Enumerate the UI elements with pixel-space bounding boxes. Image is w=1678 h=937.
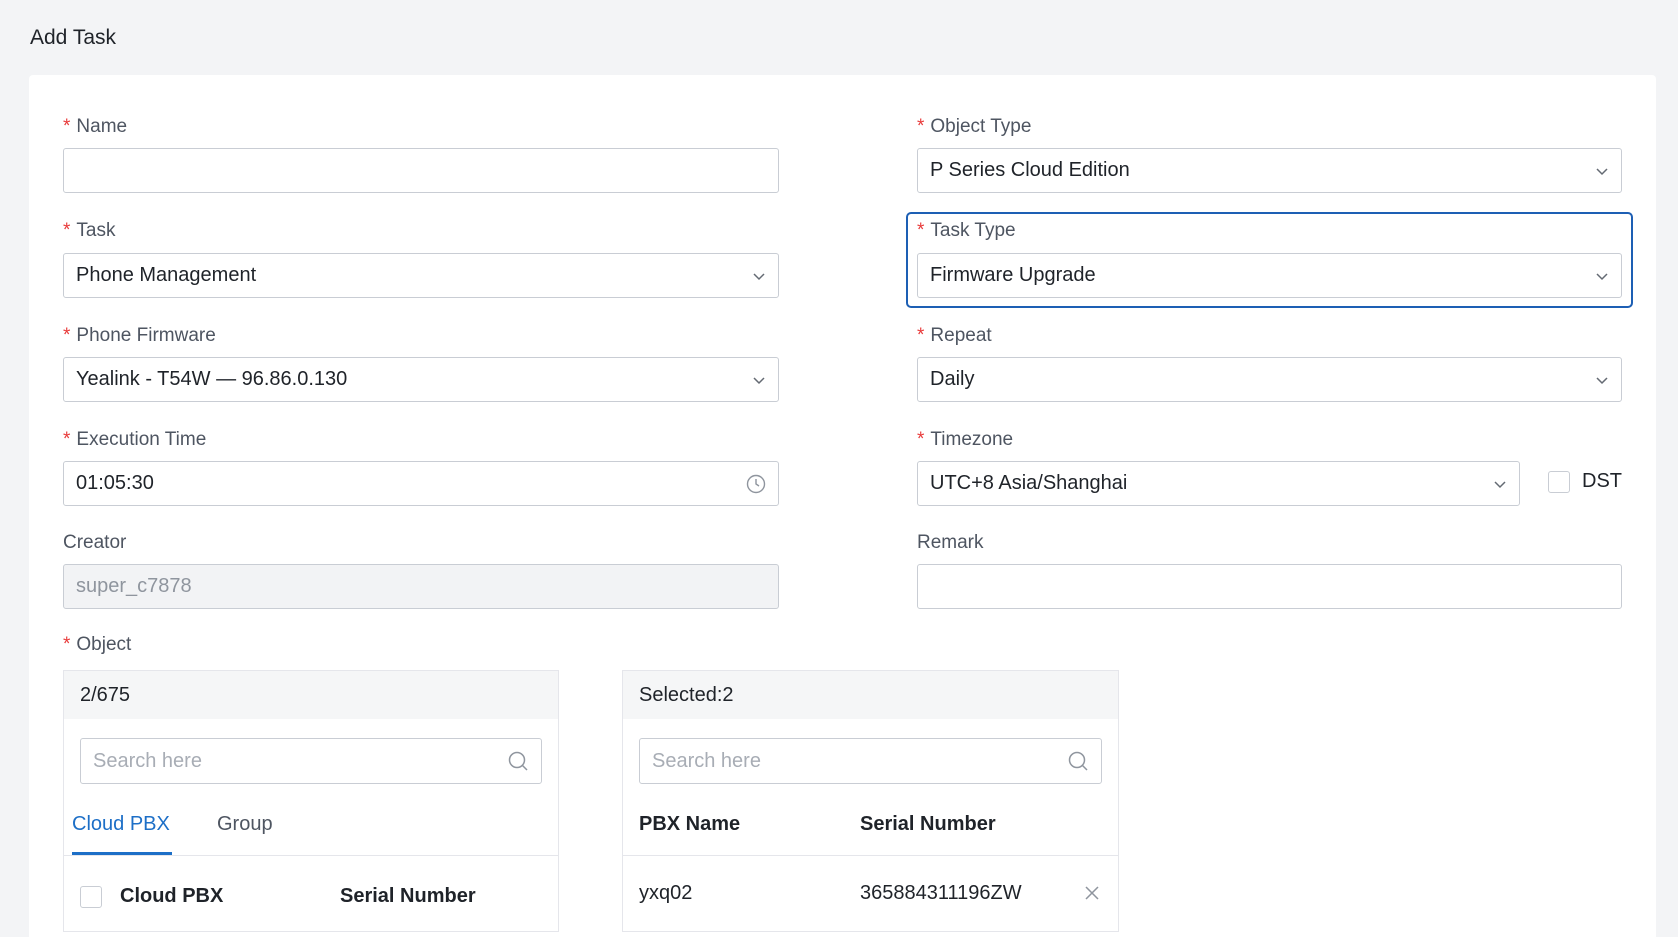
pbx-name-cell: yxq02 — [639, 882, 693, 904]
required-mark: * — [63, 220, 71, 241]
timezone-select[interactable]: UTC+8 Asia/Shanghai — [917, 461, 1520, 506]
task-type-label-text: Task Type — [930, 220, 1016, 241]
search-icon[interactable] — [1067, 750, 1089, 772]
dst-label: DST — [1582, 470, 1622, 492]
source-search-placeholder: Search here — [93, 749, 202, 772]
required-mark: * — [63, 325, 71, 346]
source-count: 2/675 — [64, 671, 558, 719]
remark-label-wrap: Remark — [917, 530, 984, 556]
selected-search-placeholder: Search here — [652, 749, 761, 772]
task-label-wrap: * Task — [63, 218, 115, 244]
repeat-label-wrap: * Repeat — [917, 323, 992, 349]
task-type-value: Firmware Upgrade — [930, 264, 1096, 286]
repeat-select[interactable]: Daily — [917, 357, 1622, 402]
execution-time-value: 01:05:30 — [76, 472, 154, 494]
column-header-serial-number[interactable]: Serial Number — [860, 813, 996, 836]
close-icon[interactable] — [1084, 885, 1100, 901]
required-mark: * — [917, 116, 925, 137]
repeat-value: Daily — [930, 368, 975, 390]
dst-checkbox[interactable] — [1548, 470, 1570, 493]
phone-firmware-label-wrap: * Phone Firmware — [63, 323, 216, 349]
creator-label-wrap: Creator — [63, 530, 126, 556]
column-header-cloud-pbx[interactable]: Cloud PBX — [120, 885, 223, 908]
execution-time-label-text: Execution Time — [76, 429, 207, 450]
object-type-label-text: Object Type — [930, 116, 1032, 137]
chevron-down-icon — [1596, 272, 1608, 280]
object-label: * Object — [63, 632, 131, 658]
required-mark: * — [917, 220, 925, 241]
task-value: Phone Management — [76, 264, 257, 286]
creator-label: Creator — [63, 532, 127, 553]
creator-input: super_c7878 — [63, 564, 779, 609]
dst-toggle[interactable]: DST — [1548, 470, 1622, 493]
selected-count: Selected:2 — [623, 671, 1118, 719]
execution-time-picker[interactable]: 01:05:30 — [63, 461, 779, 506]
chevron-down-icon — [753, 272, 765, 280]
object-type-value: P Series Cloud Edition — [930, 159, 1130, 181]
remark-input[interactable] — [917, 564, 1622, 609]
active-tab-indicator — [72, 852, 172, 855]
execution-time-label-wrap: * Execution Time — [63, 427, 206, 453]
search-icon[interactable] — [507, 750, 529, 772]
task-type-label: * Task Type — [917, 218, 1016, 244]
selected-search-input[interactable]: Search here — [639, 738, 1102, 784]
name-input[interactable] — [63, 148, 779, 193]
chevron-down-icon — [1596, 167, 1608, 175]
object-label-wrap: * Object — [63, 632, 131, 658]
task-select[interactable]: Phone Management — [63, 253, 779, 298]
phone-firmware-select[interactable]: Yealink - T54W — 96.86.0.130 — [63, 357, 779, 402]
required-mark: * — [917, 429, 925, 450]
repeat-label-text: Repeat — [930, 325, 992, 346]
tab-group[interactable]: Group — [217, 813, 273, 836]
task-type-select[interactable]: Firmware Upgrade — [917, 253, 1622, 298]
chevron-down-icon — [1596, 376, 1608, 384]
task-type-label-wrap: * Task Type — [917, 218, 1016, 244]
required-mark: * — [917, 325, 925, 346]
object-label-text: Object — [76, 634, 132, 655]
phone-firmware-label: * Phone Firmware — [63, 323, 216, 349]
task-label: * Task — [63, 218, 115, 244]
clock-icon[interactable] — [746, 474, 766, 494]
source-tabs: Cloud PBX Group — [64, 801, 558, 856]
phone-firmware-value: Yealink - T54W — 96.86.0.130 — [76, 368, 348, 390]
timezone-label-wrap: * Timezone — [917, 427, 1013, 453]
execution-time-label: * Execution Time — [63, 427, 206, 453]
timezone-label: * Timezone — [917, 427, 1013, 453]
source-search-input[interactable]: Search here — [80, 738, 542, 784]
required-mark: * — [63, 116, 71, 137]
object-type-label: * Object Type — [917, 114, 1031, 140]
required-mark: * — [63, 634, 71, 655]
creator-value: super_c7878 — [76, 575, 192, 597]
required-mark: * — [63, 429, 71, 450]
selected-header-row: PBX Name Serial Number — [623, 801, 1118, 856]
column-header-pbx-name[interactable]: PBX Name — [639, 813, 740, 836]
remark-label: Remark — [917, 532, 984, 553]
chevron-down-icon — [753, 376, 765, 384]
name-label: * Name — [63, 114, 127, 140]
name-label-text: Name — [76, 116, 128, 137]
page-title: Add Task — [30, 26, 116, 49]
task-label-text: Task — [76, 220, 116, 241]
phone-firmware-label-text: Phone Firmware — [76, 325, 216, 346]
tab-cloud-pbx[interactable]: Cloud PBX — [72, 813, 170, 836]
name-label-wrap: * Name — [63, 114, 127, 140]
repeat-label: * Repeat — [917, 323, 992, 349]
column-header-serial-number[interactable]: Serial Number — [340, 885, 476, 908]
chevron-down-icon — [1494, 480, 1506, 488]
serial-number-cell: 365884311196ZW — [860, 882, 1022, 904]
timezone-label-text: Timezone — [930, 429, 1014, 450]
selected-panel: Selected:2 Search here PBX Name Serial N… — [622, 670, 1119, 932]
object-type-select[interactable]: P Series Cloud Edition — [917, 148, 1622, 193]
timezone-value: UTC+8 Asia/Shanghai — [930, 472, 1128, 494]
object-type-label-wrap: * Object Type — [917, 114, 1031, 140]
source-panel: 2/675 Search here Cloud PBX Group Cloud … — [63, 670, 559, 932]
select-all-checkbox[interactable] — [80, 886, 102, 908]
